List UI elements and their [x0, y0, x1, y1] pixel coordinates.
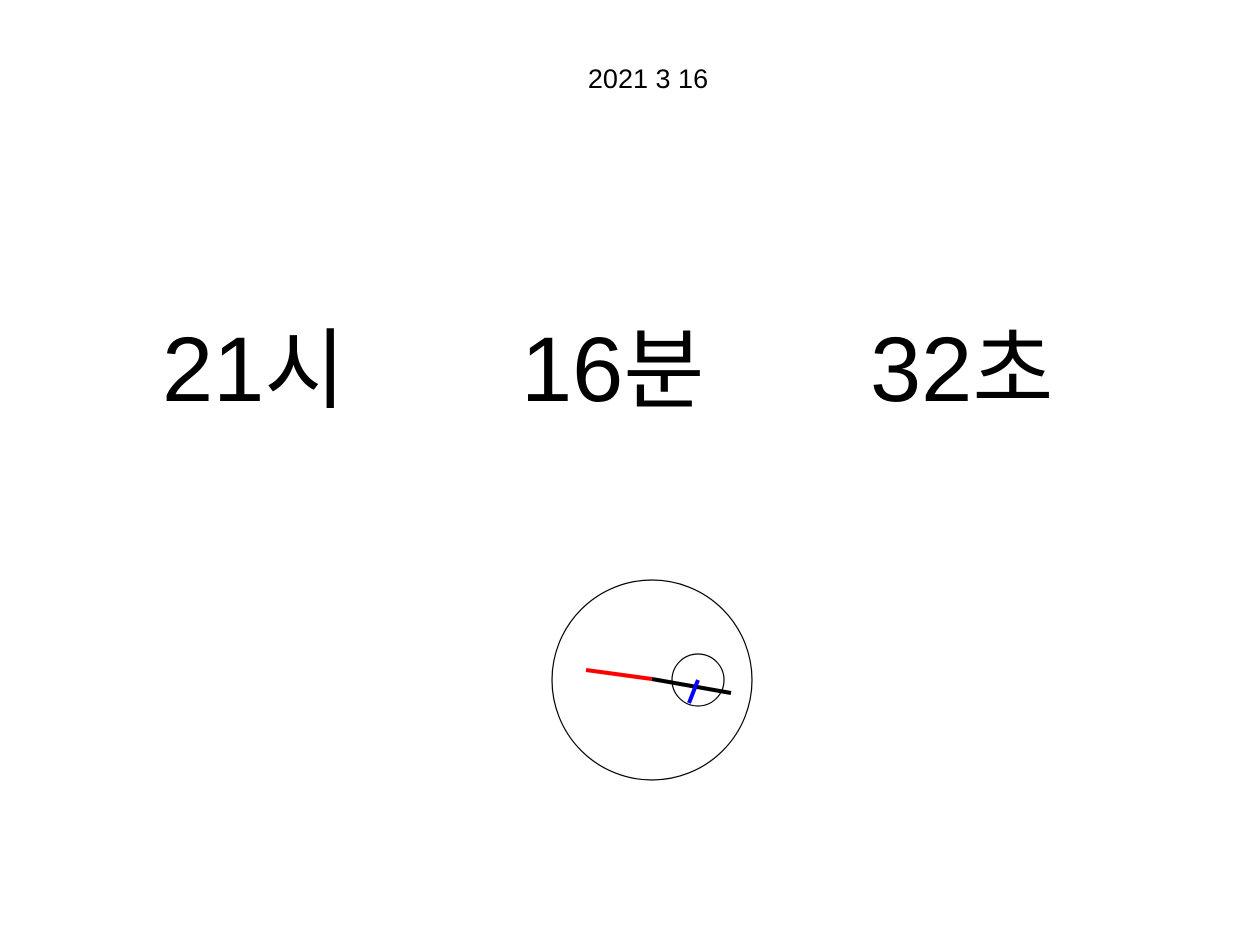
date-month: 3 — [655, 64, 671, 94]
minutes-unit: 분 — [623, 319, 705, 422]
hours-value: 21 — [162, 319, 265, 421]
hours-unit: 시 — [264, 319, 346, 422]
date-day: 16 — [678, 64, 709, 94]
minutes-value: 16 — [521, 319, 624, 421]
seconds-value: 32 — [870, 319, 973, 421]
date-display: 2021 3 16 — [0, 62, 1260, 96]
clock-hand-black — [651, 677, 732, 695]
clock-hand-red — [585, 668, 653, 681]
analog-clock — [551, 579, 753, 781]
hours-display: 21 시 — [162, 318, 345, 423]
minutes-display: 16 분 — [521, 318, 704, 423]
date-year: 2021 — [587, 64, 648, 94]
clock-hand-blue — [687, 679, 700, 704]
seconds-display: 32 초 — [870, 318, 1053, 423]
seconds-unit: 초 — [972, 319, 1054, 422]
